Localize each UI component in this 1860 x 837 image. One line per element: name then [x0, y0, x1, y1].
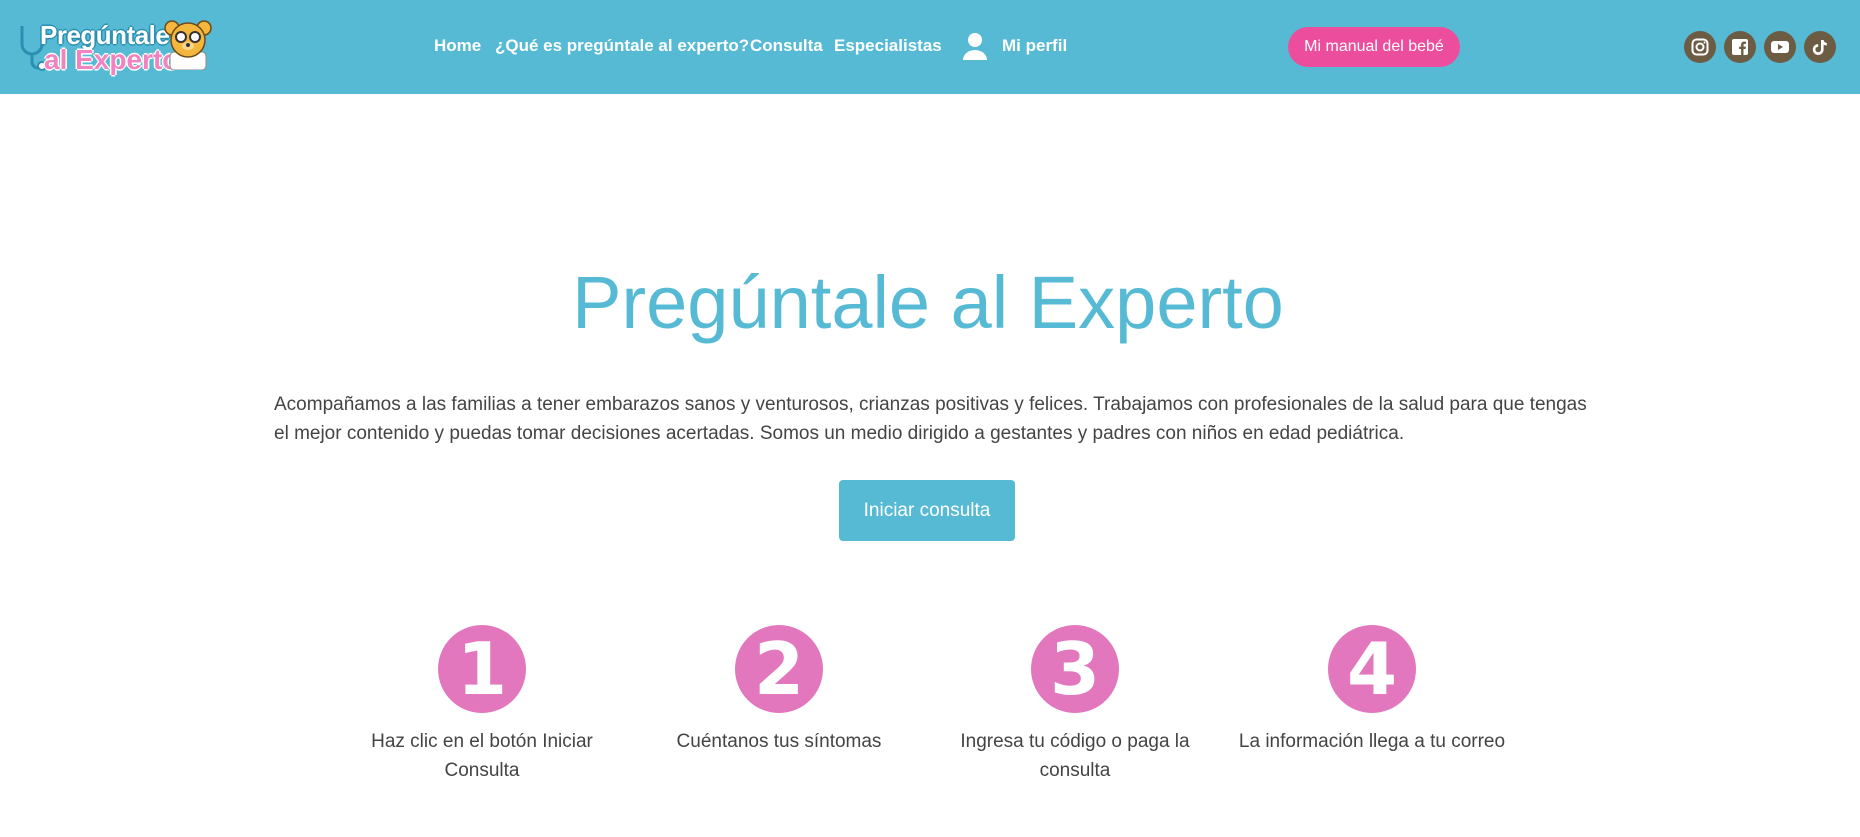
nav-link-profile[interactable]: Mi perfil	[962, 32, 1067, 60]
bear-doctor-icon	[164, 20, 212, 70]
step-number-circle: 1	[438, 625, 526, 713]
step-3: 3 Ingresa tu código o paga la consulta	[935, 625, 1215, 785]
step-label: La información llega a tu correo	[1238, 731, 1506, 752]
logo-text-line2: al Experto	[44, 44, 180, 75]
step-number-circle: 3	[1031, 625, 1119, 713]
step-number-circle: 2	[735, 625, 823, 713]
step-4: 4 La información llega a tu correo	[1232, 625, 1512, 756]
step-number-circle: 4	[1328, 625, 1416, 713]
step-2: 2 Cuéntanos tus síntomas	[639, 625, 919, 756]
start-consultation-button[interactable]: Iniciar consulta	[839, 480, 1015, 541]
site-logo[interactable]: Pregúntale al Experto	[16, 16, 216, 76]
page-title: Pregúntale al Experto	[572, 261, 1284, 344]
step-label: Cuéntanos tus síntomas	[676, 731, 882, 752]
nav-profile-label: Mi perfil	[1002, 36, 1068, 55]
step-1: 1 Haz clic en el botón Iniciar Consulta	[342, 625, 622, 785]
nav-link-consulta[interactable]: Consulta	[750, 36, 823, 56]
intro-paragraph: Acompañamos a las familias a tener embar…	[274, 394, 1587, 444]
social-links	[1684, 31, 1836, 63]
instagram-icon[interactable]	[1684, 31, 1716, 63]
nav-link-especialistas[interactable]: Especialistas	[834, 36, 942, 56]
baby-manual-button[interactable]: Mi manual del bebé	[1288, 27, 1460, 67]
nav-link-about[interactable]: ¿Qué es pregúntale al experto?	[495, 36, 749, 56]
nav-link-home[interactable]: Home	[434, 36, 481, 56]
tiktok-icon[interactable]	[1804, 31, 1836, 63]
youtube-icon[interactable]	[1764, 31, 1796, 63]
site-header: Pregúntale al Experto Home ¿Qué es pregú…	[0, 0, 1860, 94]
facebook-icon[interactable]	[1724, 31, 1756, 63]
step-label: Ingresa tu código o paga la consulta	[960, 731, 1190, 781]
step-label: Haz clic en el botón Iniciar Consulta	[371, 731, 593, 781]
user-icon	[963, 33, 987, 60]
